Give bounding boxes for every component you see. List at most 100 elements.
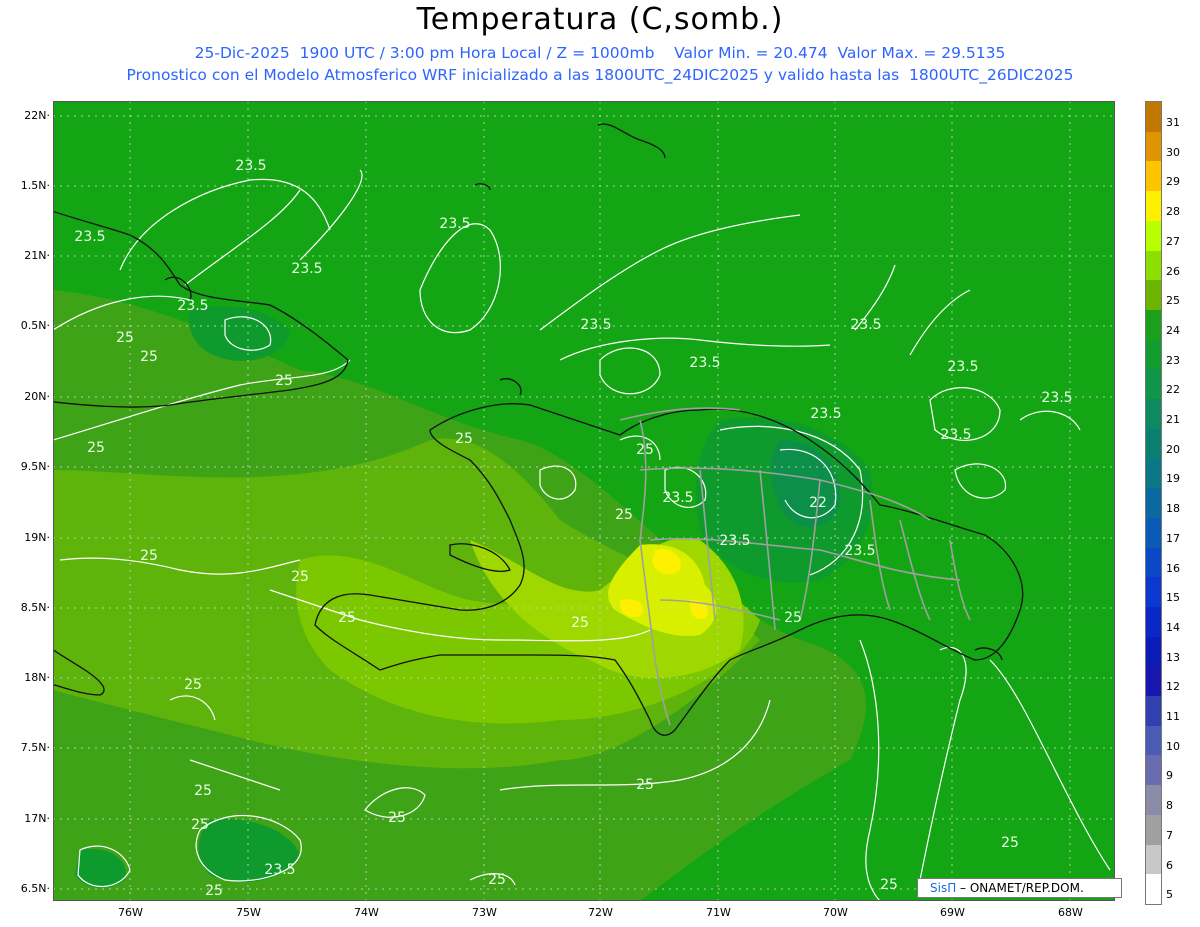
- color-scale-swatch: [1146, 399, 1161, 430]
- latitude-label: 19N·: [24, 531, 50, 544]
- color-scale-label: 30: [1166, 145, 1180, 159]
- credit-box: SisΠ – ONAMET/REP.DOM.: [917, 878, 1122, 898]
- color-scale-swatch: [1146, 191, 1161, 222]
- contour-label: 25: [1001, 835, 1019, 851]
- color-scale-label: 27: [1166, 234, 1180, 248]
- color-scale-label: 28: [1166, 205, 1180, 219]
- color-scale-swatch: [1146, 250, 1161, 281]
- color-scale-label: 29: [1166, 175, 1180, 189]
- color-scale-swatch: [1146, 428, 1161, 459]
- color-scale-swatch: [1146, 785, 1161, 816]
- color-scale-label: 6: [1166, 858, 1173, 872]
- color-scale-label: 22: [1166, 383, 1180, 397]
- color-scale-swatch: [1146, 696, 1161, 727]
- contour-label: 25: [880, 877, 898, 893]
- latitude-label: 18N·: [24, 671, 50, 684]
- color-scale-label: 31: [1166, 116, 1180, 129]
- contour-label: 25: [455, 431, 473, 447]
- forecast-time-line: 25-Dic-2025 1900 UTC / 3:00 pm Hora Loca…: [194, 44, 1006, 62]
- color-scale-swatch: [1146, 517, 1161, 548]
- contour-label: 25: [488, 872, 506, 888]
- color-scale-label: 5: [1166, 888, 1173, 902]
- contour-label: 23.5: [264, 862, 295, 878]
- longitude-label: 72W: [588, 906, 613, 919]
- contour-label: 23.5: [1041, 390, 1072, 406]
- color-scale-label: 24: [1166, 323, 1180, 337]
- contour-label: 23.5: [940, 427, 971, 443]
- contour-label: 25: [291, 569, 309, 585]
- contour-label: 25: [388, 810, 406, 826]
- contour-label: 25: [615, 507, 633, 523]
- contour-label: 23.5: [439, 216, 470, 232]
- contour-label: 22: [809, 495, 827, 511]
- latitude-label: 1.5N·: [20, 179, 50, 192]
- color-scale-swatch: [1146, 547, 1161, 578]
- color-scale-swatch: [1146, 220, 1161, 251]
- contour-label: 23.5: [689, 355, 720, 371]
- color-scale-swatch: [1146, 488, 1161, 519]
- longitude-label: 76W: [118, 906, 143, 919]
- contour-label: 25: [784, 610, 802, 626]
- color-scale-label: 21: [1166, 413, 1180, 427]
- color-scale-label: 8: [1166, 799, 1173, 813]
- color-scale-label: 23: [1166, 353, 1180, 367]
- latitude-label: 7.5N·: [20, 741, 50, 754]
- longitude-label: 69W: [940, 906, 965, 919]
- color-scale-swatch: [1146, 844, 1161, 875]
- longitude-label: 75W: [236, 906, 261, 919]
- contour-label: 25: [191, 817, 209, 833]
- contour-label: 23.5: [947, 359, 978, 375]
- color-scale-bar: [1145, 101, 1162, 905]
- color-scale-swatch: [1146, 636, 1161, 667]
- latitude-label: 8.5N·: [20, 601, 50, 614]
- color-scale-swatch: [1146, 755, 1161, 786]
- contour-label: 23.5: [291, 261, 322, 277]
- contour-label: 25: [205, 883, 223, 899]
- color-scale-label: 14: [1166, 620, 1180, 634]
- contour-label: 23.5: [844, 543, 875, 559]
- contour-label: 25: [87, 440, 105, 456]
- longitude-label: 71W: [706, 906, 731, 919]
- contour-label: 23.5: [662, 490, 693, 506]
- contour-label: 25: [571, 615, 589, 631]
- temperature-map: 23.5 23.5 23.5 23.5 23.5 23.5 23.5 23.5 23.5 23.5…: [53, 101, 1115, 901]
- color-scale-swatch: [1146, 666, 1161, 697]
- map-graphics: 23.5 23.5 23.5 23.5 23.5 23.5 23.5 23.5 23.5 23.5…: [53, 101, 1115, 901]
- longitude-label: 70W: [823, 906, 848, 919]
- color-scale-swatch: [1146, 725, 1161, 756]
- credit-text: – ONAMET/REP.DOM.: [956, 881, 1084, 895]
- color-scale-swatch: [1146, 606, 1161, 637]
- color-scale-swatch: [1146, 369, 1161, 400]
- contour-label: 25: [184, 677, 202, 693]
- color-scale-label: 16: [1166, 561, 1180, 575]
- color-scale-swatch: [1146, 339, 1161, 370]
- longitude-label: 74W: [354, 906, 379, 919]
- latitude-label: 17N·: [24, 812, 50, 825]
- contour-label: 25: [194, 783, 212, 799]
- color-scale-label: 10: [1166, 739, 1180, 753]
- longitude-label: 68W: [1058, 906, 1083, 919]
- color-scale-swatch: [1146, 280, 1161, 311]
- longitude-label: 73W: [472, 906, 497, 919]
- color-scale-label: 7: [1166, 828, 1173, 842]
- contour-label: 23.5: [719, 533, 750, 549]
- latitude-label: 22N·: [24, 109, 50, 122]
- model-run-line: Pronostico con el Modelo Atmosferico WRF…: [126, 66, 1074, 84]
- latitude-label: 20N·: [24, 390, 50, 403]
- latitude-label: 9.5N·: [20, 460, 50, 473]
- color-scale-label: 9: [1166, 769, 1173, 783]
- contour-label: 23.5: [177, 298, 208, 314]
- color-scale-swatch: [1146, 458, 1161, 489]
- color-scale-label: 17: [1166, 531, 1180, 545]
- color-scale-swatch: [1146, 577, 1161, 608]
- color-scale-swatch: [1146, 309, 1161, 340]
- latitude-label: 21N·: [24, 249, 50, 262]
- contour-label: 23.5: [74, 229, 105, 245]
- color-scale-label: 13: [1166, 650, 1180, 664]
- contour-label: 25: [636, 442, 654, 458]
- contour-label: 25: [636, 777, 654, 793]
- contour-label: 23.5: [850, 317, 881, 333]
- latitude-label: 0.5N·: [20, 319, 50, 332]
- color-scale-swatch: [1146, 102, 1161, 132]
- color-scale-swatch: [1146, 874, 1161, 905]
